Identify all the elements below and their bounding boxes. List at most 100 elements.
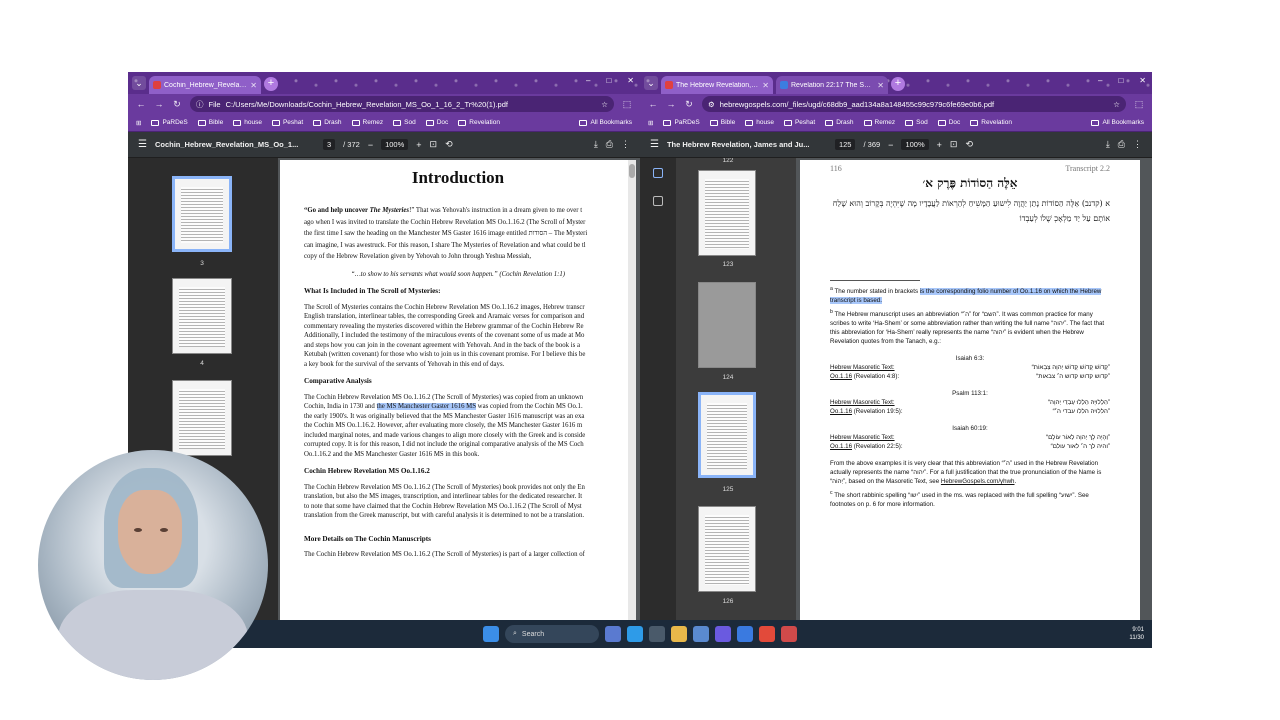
minimize-button[interactable]: – <box>1098 76 1102 85</box>
reload-icon[interactable]: ↻ <box>172 99 182 110</box>
apps-icon[interactable]: ⊞ <box>136 119 141 127</box>
menu-icon[interactable]: ☰ <box>138 139 147 150</box>
bookmark-revelation[interactable]: Revelation <box>970 119 1012 126</box>
download-icon[interactable]: ⤓ <box>594 139 598 150</box>
bookmark-pardes[interactable]: PaRDeS <box>151 119 188 126</box>
close-window-button[interactable]: ✕ <box>627 76 634 85</box>
extensions-icon[interactable]: ⬚ <box>1134 99 1144 110</box>
discord-icon[interactable] <box>715 626 731 642</box>
file-info-icon[interactable]: ⓘ <box>196 99 204 110</box>
new-tab-button[interactable]: + <box>891 77 905 91</box>
print-icon[interactable]: ⎙ <box>1118 139 1125 150</box>
chrome-icon[interactable] <box>759 626 775 642</box>
bookmark-house[interactable]: house <box>233 119 262 126</box>
rotate-icon[interactable]: ⟲ <box>965 139 973 150</box>
task-view-icon[interactable] <box>605 626 621 642</box>
tab-close-icon[interactable]: ✕ <box>250 81 257 90</box>
extensions-icon[interactable]: ⬚ <box>622 99 632 110</box>
close-window-button[interactable]: ✕ <box>1139 76 1146 85</box>
maximize-button[interactable]: □ <box>606 76 611 85</box>
all-bookmarks[interactable]: All Bookmarks <box>1091 119 1144 126</box>
outlook-icon[interactable] <box>627 626 643 642</box>
omnibox[interactable]: ⚙ hebrewgospels.com/_files/ugd/c68db9_aa… <box>702 96 1126 112</box>
bookmark-drash[interactable]: Drash <box>825 119 854 126</box>
thumbnails-view-icon[interactable] <box>653 168 663 178</box>
tab-search-button[interactable]: ⌄ <box>132 76 146 90</box>
site-settings-icon[interactable]: ⚙ <box>708 100 715 109</box>
bookmark-remez[interactable]: Remez <box>351 119 383 126</box>
rotate-icon[interactable]: ⟲ <box>445 139 453 150</box>
apps-icon[interactable]: ⊞ <box>648 119 653 127</box>
download-icon[interactable]: ⤓ <box>1106 139 1110 150</box>
start-windows-icon[interactable] <box>483 626 499 642</box>
forward-icon[interactable]: → <box>154 99 164 109</box>
bookmark-sod[interactable]: Sod <box>905 119 928 126</box>
thumbnail-page[interactable] <box>172 380 232 456</box>
thumbnail-page[interactable] <box>172 176 232 252</box>
print-icon[interactable]: ⎙ <box>606 139 613 150</box>
right-tab-hebrew-revelation[interactable]: The Hebrew Revelation, James ✕ <box>661 76 773 94</box>
taskbar: ⌕ Search 9:01 11/30 <box>128 620 1152 648</box>
zoom-in-icon[interactable]: + <box>937 140 942 150</box>
outline-view-icon[interactable] <box>653 196 663 206</box>
reload-icon[interactable]: ↻ <box>684 99 694 110</box>
zoom-level[interactable]: 100% <box>381 139 409 150</box>
page-scrollbar[interactable] <box>628 160 636 620</box>
forward-icon[interactable]: → <box>666 99 676 109</box>
bookmark-peshat[interactable]: Peshat <box>271 119 303 126</box>
zoom-level[interactable]: 100% <box>901 139 929 150</box>
maximize-button[interactable]: □ <box>1118 76 1123 85</box>
menu-icon[interactable]: ☰ <box>650 139 659 150</box>
steam-icon[interactable] <box>649 626 665 642</box>
page-number-input[interactable]: 125 <box>834 139 856 150</box>
thumbnail-page[interactable] <box>698 170 756 256</box>
bookmark-doc[interactable]: Doc <box>937 119 960 126</box>
left-tab-cochin[interactable]: Cochin_Hebrew_Revelation_MS ✕ <box>149 76 261 94</box>
bookmark-label: Drash <box>324 119 342 126</box>
file-explorer-icon[interactable] <box>671 626 687 642</box>
bookmark-drash[interactable]: Drash <box>313 119 342 126</box>
bookmark-house[interactable]: house <box>745 119 774 126</box>
page-number-input[interactable]: 3 <box>322 139 336 150</box>
fit-page-icon[interactable]: ⊡ <box>430 139 438 150</box>
thumbnail-page[interactable] <box>172 278 232 354</box>
new-tab-button[interactable]: + <box>264 77 278 91</box>
zoom-out-icon[interactable]: − <box>368 140 373 150</box>
hebrewgospels-link[interactable]: HebrewGospels.com/yhwh <box>941 478 1015 485</box>
bookmark-sod[interactable]: Sod <box>393 119 416 126</box>
bookmark-star-icon[interactable]: ☆ <box>1113 100 1120 109</box>
bookmark-bible[interactable]: Bible <box>709 119 735 126</box>
minimize-button[interactable]: – <box>586 76 590 85</box>
back-icon[interactable]: ← <box>648 99 658 109</box>
thumbnail-page[interactable] <box>698 282 756 368</box>
bookmark-bible[interactable]: Bible <box>197 119 223 126</box>
url-text[interactable]: C:/Users/Me/Downloads/Cochin_Hebrew_Reve… <box>226 100 597 109</box>
media-icon[interactable] <box>737 626 753 642</box>
bookmark-doc[interactable]: Doc <box>425 119 448 126</box>
right-tab-revelation-22-17[interactable]: Revelation 22:17 The Spirit and ✕ <box>776 76 888 94</box>
more-options-icon[interactable]: ⋮ <box>621 139 630 150</box>
zoom-in-icon[interactable]: + <box>416 140 421 150</box>
more-options-icon[interactable]: ⋮ <box>1133 139 1142 150</box>
back-icon[interactable]: ← <box>136 99 146 109</box>
thumbnail-page[interactable] <box>698 506 756 592</box>
system-clock[interactable]: 9:01 11/30 <box>1129 626 1144 642</box>
store-icon[interactable] <box>693 626 709 642</box>
bookmark-star-icon[interactable]: ☆ <box>601 100 608 109</box>
fit-page-icon[interactable]: ⊡ <box>950 139 958 150</box>
bookmark-peshat[interactable]: Peshat <box>783 119 815 126</box>
thumbnail-sidebar[interactable]: 122 123 124 125 126 <box>676 158 796 620</box>
taskbar-search[interactable]: ⌕ Search <box>505 625 599 643</box>
tab-close-icon[interactable]: ✕ <box>762 81 769 90</box>
bookmark-remez[interactable]: Remez <box>863 119 895 126</box>
chrome-icon-2[interactable] <box>781 626 797 642</box>
url-text[interactable]: hebrewgospels.com/_files/ugd/c68db9_aad1… <box>720 100 1109 109</box>
bookmark-pardes[interactable]: PaRDeS <box>663 119 700 126</box>
bookmark-revelation[interactable]: Revelation <box>458 119 500 126</box>
all-bookmarks[interactable]: All Bookmarks <box>579 119 632 126</box>
tab-search-button[interactable]: ⌄ <box>644 76 658 90</box>
thumbnail-page-selected[interactable] <box>698 392 756 478</box>
tab-close-icon[interactable]: ✕ <box>877 81 884 90</box>
omnibox[interactable]: ⓘ File C:/Users/Me/Downloads/Cochin_Hebr… <box>190 96 614 112</box>
zoom-out-icon[interactable]: − <box>888 140 893 150</box>
